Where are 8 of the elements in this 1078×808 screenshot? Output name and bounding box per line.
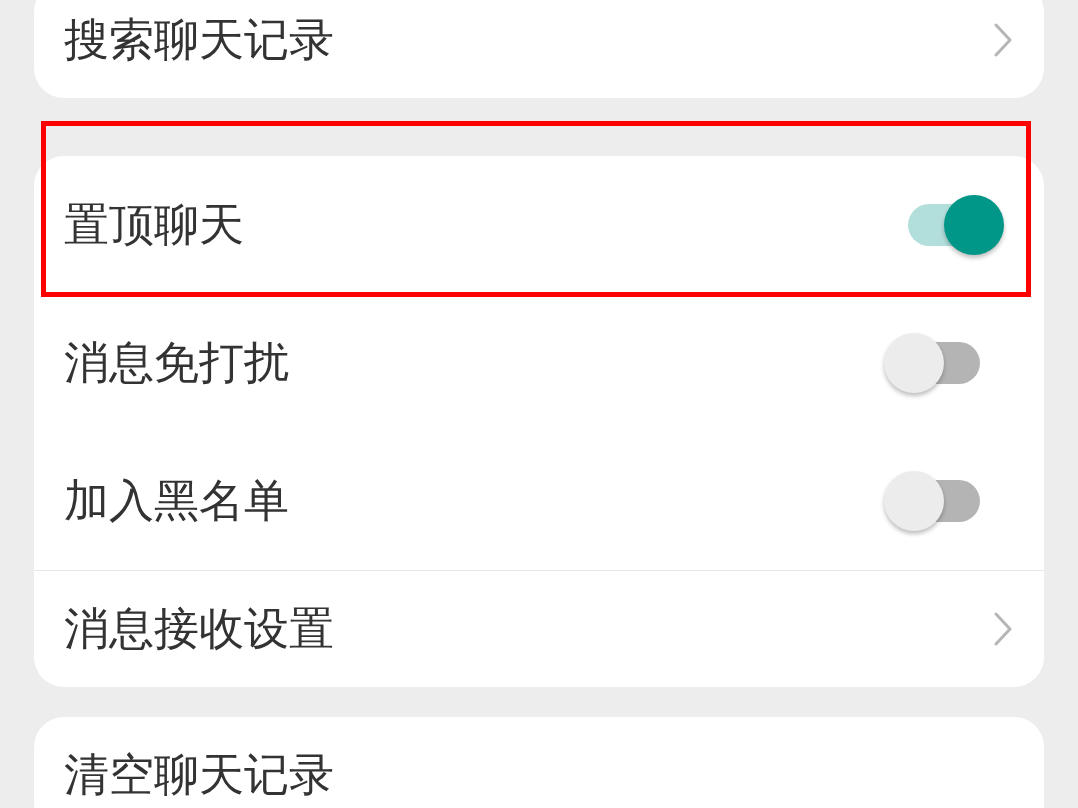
chevron-right-icon [994,23,1012,57]
row-label: 清空聊天记录 [64,746,334,803]
chevron-right-icon [994,612,1012,646]
row-label: 搜索聊天记录 [64,11,334,68]
row-label: 加入黑名单 [64,472,289,529]
row-label: 消息免打扰 [64,334,289,391]
row-label: 置顶聊天 [64,196,244,253]
row-label: 消息接收设置 [64,600,334,657]
